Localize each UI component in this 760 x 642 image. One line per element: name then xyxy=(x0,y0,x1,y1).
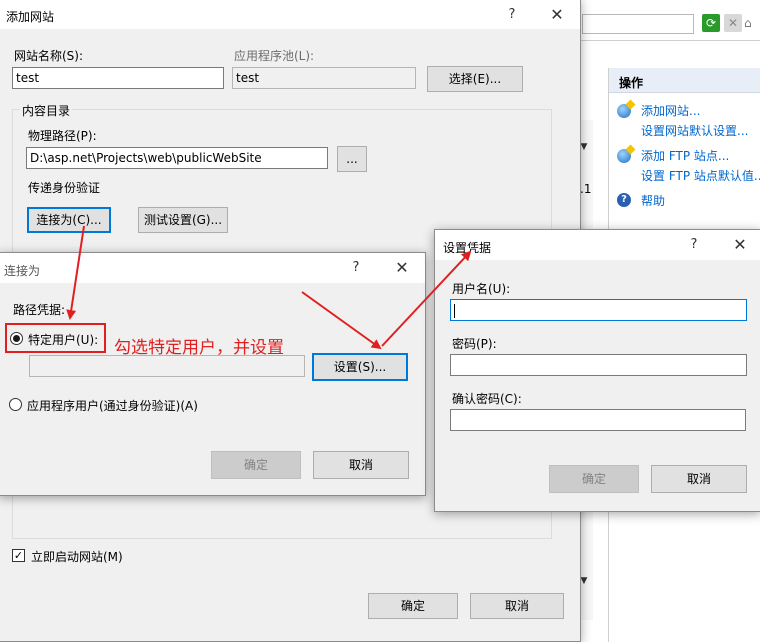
browse-button[interactable]: ... xyxy=(337,146,367,172)
specific-user-label: 特定用户(U): xyxy=(28,333,99,347)
add-site-help-button[interactable]: ? xyxy=(499,4,525,26)
text-cursor xyxy=(454,303,455,318)
add-site-close-button[interactable]: ✕ xyxy=(544,4,570,26)
connect-as-help-button[interactable]: ? xyxy=(343,257,369,279)
add-site-title: 添加网站 xyxy=(6,10,55,24)
home-icon[interactable]: ⌂ xyxy=(744,14,760,32)
password-input[interactable] xyxy=(450,354,747,376)
connect-as-title: 连接为 xyxy=(4,264,41,278)
actions-header-label: 操作 xyxy=(619,76,644,90)
app-user-label: 应用程序用户(通过身份验证)(A) xyxy=(27,399,198,413)
set-credentials-close-button[interactable]: ✕ xyxy=(727,234,753,256)
confirm-password-label: 确认密码(C): xyxy=(452,392,522,406)
action-add-site[interactable]: 添加网站... xyxy=(641,102,700,119)
action-add-ftp[interactable]: 添加 FTP 站点... xyxy=(641,147,729,164)
add-site-titlebar xyxy=(0,0,580,29)
help-icon: ? xyxy=(617,193,631,207)
app-user-radio[interactable] xyxy=(9,398,22,411)
set-credentials-cancel-button[interactable]: 取消 xyxy=(651,465,747,493)
content-directory-label: 内容目录 xyxy=(20,102,73,119)
start-now-checkbox[interactable]: ✓ xyxy=(12,549,25,562)
connect-as-ok-button: 确定 xyxy=(211,451,301,479)
add-site-globe-icon xyxy=(617,104,631,118)
specific-user-input xyxy=(29,355,305,377)
password-label: 密码(P): xyxy=(452,337,497,351)
connect-as-close-button[interactable]: ✕ xyxy=(389,257,415,279)
app-pool-input: test xyxy=(232,67,416,89)
physical-path-input[interactable]: D:\asp.net\Projects\web\publicWebSite xyxy=(26,147,328,169)
action-set-ftp-defaults[interactable]: 设置 FTP 站点默认值... xyxy=(641,167,760,184)
username-label: 用户名(U): xyxy=(452,282,511,296)
set-credentials-title: 设置凭据 xyxy=(443,241,492,255)
action-set-site-defaults[interactable]: 设置网站默认设置... xyxy=(641,122,748,139)
start-now-label: 立即启动网站(M) xyxy=(31,550,123,564)
pass-auth-label: 传递身份验证 xyxy=(28,181,101,195)
select-app-pool-button[interactable]: 选择(E)... xyxy=(427,66,523,92)
connect-as-button[interactable]: 连接为(C)... xyxy=(27,207,111,233)
connect-as-cancel-button[interactable]: 取消 xyxy=(313,451,409,479)
set-credentials-ok-button: 确定 xyxy=(549,465,639,493)
connect-as-dialog: 连接为 ? ✕ 路径凭据: 特定用户(U): 勾选特定用户，并设置 设置(S).… xyxy=(0,252,426,496)
app-pool-label: 应用程序池(L): xyxy=(234,49,315,63)
test-settings-button[interactable]: 测试设置(G)... xyxy=(138,207,228,233)
stop-icon[interactable]: ✕ xyxy=(724,14,742,32)
set-credentials-button[interactable]: 设置(S)... xyxy=(312,353,408,381)
add-site-cancel-button[interactable]: 取消 xyxy=(470,593,564,619)
path-credentials-label: 路径凭据: xyxy=(13,303,66,317)
set-credentials-help-button[interactable]: ? xyxy=(681,234,707,256)
action-help[interactable]: 帮助 xyxy=(641,192,665,209)
site-name-input[interactable]: test xyxy=(12,67,224,89)
refresh-icon[interactable]: ⟳ xyxy=(702,14,720,32)
set-credentials-dialog: 设置凭据 ? ✕ 用户名(U): 密码(P): 确认密码(C): 确定 取消 xyxy=(434,229,760,512)
username-input[interactable] xyxy=(450,299,747,321)
confirm-password-input[interactable] xyxy=(450,409,746,431)
add-ftp-globe-icon xyxy=(617,149,631,163)
add-site-ok-button[interactable]: 确定 xyxy=(368,593,458,619)
background-fragment: .1 xyxy=(580,182,592,196)
toolbar-divider xyxy=(580,40,760,41)
address-bar[interactable] xyxy=(582,14,694,34)
site-name-label: 网站名称(S): xyxy=(14,49,84,63)
specific-user-radio[interactable] xyxy=(10,332,23,345)
physical-path-label: 物理路径(P): xyxy=(28,129,97,143)
